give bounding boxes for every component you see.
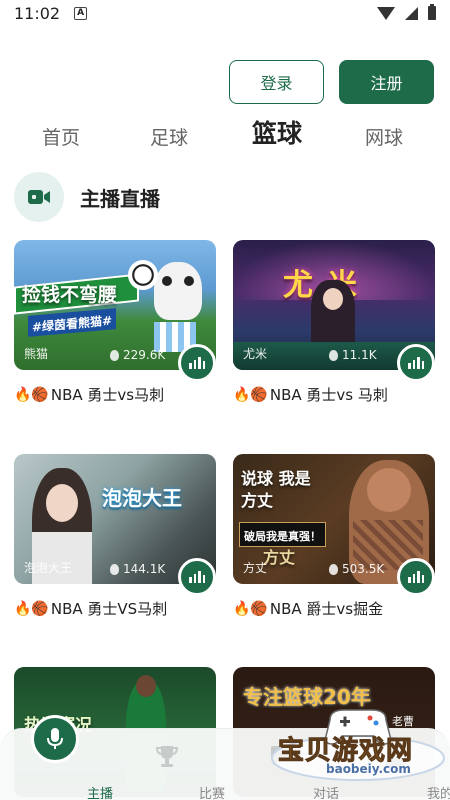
- tab-football[interactable]: 足球: [150, 123, 188, 150]
- fire-basketball-icon: 🔥🏀: [14, 600, 49, 617]
- stats-button[interactable]: [397, 344, 435, 382]
- stats-button[interactable]: [178, 344, 216, 382]
- fire-basketball-icon: 🔥🏀: [14, 386, 49, 403]
- card-title: 🔥🏀 NBA 勇士vs马刺: [14, 386, 165, 404]
- login-button[interactable]: 登录: [229, 60, 324, 104]
- stream-card[interactable]: 泡泡大王 泡泡大王 144.1K 🔥🏀 NBA 勇士VS马刺: [14, 454, 216, 619]
- stats-button[interactable]: [178, 558, 216, 596]
- microphone-icon: [31, 715, 79, 763]
- thumb-overlay-text: 泡泡大王: [102, 486, 182, 510]
- video-camera-icon: [14, 172, 64, 222]
- thumb-overlay-text: 捡钱不弯腰: [22, 284, 118, 306]
- card-title: 🔥🏀 NBA 勇士vs 马刺: [233, 386, 388, 404]
- nav-label: 比赛: [198, 787, 225, 800]
- status-time: 11:02: [14, 3, 61, 23]
- view-count: 144.1K: [110, 562, 165, 576]
- fire-basketball-icon: 🔥🏀: [233, 386, 268, 403]
- streamer-name: 方丈: [243, 561, 268, 575]
- auth-buttons: 登录 注册: [229, 60, 434, 104]
- thumb-signature: 方丈: [263, 548, 296, 567]
- section-header: 主播直播: [14, 172, 160, 222]
- tab-home[interactable]: 首页: [42, 123, 80, 150]
- tab-basketball[interactable]: 篮球: [252, 114, 302, 150]
- thumb-overlay-sub: 破局我是真强！: [244, 530, 321, 543]
- card-title: 🔥🏀 NBA 勇士VS马刺: [14, 600, 168, 618]
- watermark: 宝贝游戏网 baobeiy.com: [270, 706, 446, 782]
- card-title: 🔥🏀 NBA 爵士vs掘金: [233, 600, 384, 618]
- streamer-name: 泡泡大王: [24, 561, 73, 575]
- tab-tennis[interactable]: 网球: [365, 123, 403, 150]
- soccer-ball-icon: [128, 260, 158, 290]
- status-bar: 11:02 A: [0, 0, 450, 26]
- panda-figure: [154, 262, 202, 320]
- register-button[interactable]: 注册: [339, 60, 434, 104]
- host-figure: [311, 280, 355, 350]
- signal-icon: [405, 6, 418, 20]
- fire-basketball-icon: 🔥🏀: [233, 600, 268, 617]
- nav-label: 对话: [312, 787, 339, 800]
- view-count: 229.6K: [110, 348, 165, 362]
- watermark-url: baobeiy.com: [326, 762, 411, 776]
- wifi-icon: [377, 6, 395, 20]
- view-count: 11.1K: [329, 348, 377, 362]
- nav-label: 主播: [86, 787, 113, 800]
- nav-label: 我的: [426, 787, 450, 800]
- stream-card[interactable]: 尤米 尤米 11.1K 🔥🏀 NBA 勇士vs 马刺: [233, 240, 435, 405]
- streamer-name: 熊猫: [24, 347, 49, 361]
- trophy-icon: [155, 746, 179, 767]
- stats-button[interactable]: [397, 558, 435, 596]
- flame-icon: [329, 349, 338, 361]
- section-title: 主播直播: [80, 186, 160, 211]
- thumb-overlay-sub: #绿茵看熊猫#: [32, 313, 113, 335]
- notification-icon: A: [74, 6, 88, 20]
- thumb-overlay-text: 说球 我是方丈: [241, 469, 311, 510]
- stream-card[interactable]: 说球 我是方丈 破局我是真强！ 方丈 方丈 503.5K 🔥🏀 NBA 爵士vs…: [233, 454, 435, 619]
- flame-icon: [110, 563, 119, 575]
- flame-icon: [329, 563, 338, 575]
- streamer-name: 尤米: [243, 347, 268, 361]
- stream-card[interactable]: 捡钱不弯腰 #绿茵看熊猫# 熊猫 229.6K 🔥🏀 NBA 勇士vs马刺: [14, 240, 216, 405]
- view-count: 503.5K: [329, 562, 384, 576]
- battery-icon: [428, 4, 436, 20]
- sport-tabs: 首页 足球 篮球 网球: [0, 116, 450, 156]
- flame-icon: [110, 349, 119, 361]
